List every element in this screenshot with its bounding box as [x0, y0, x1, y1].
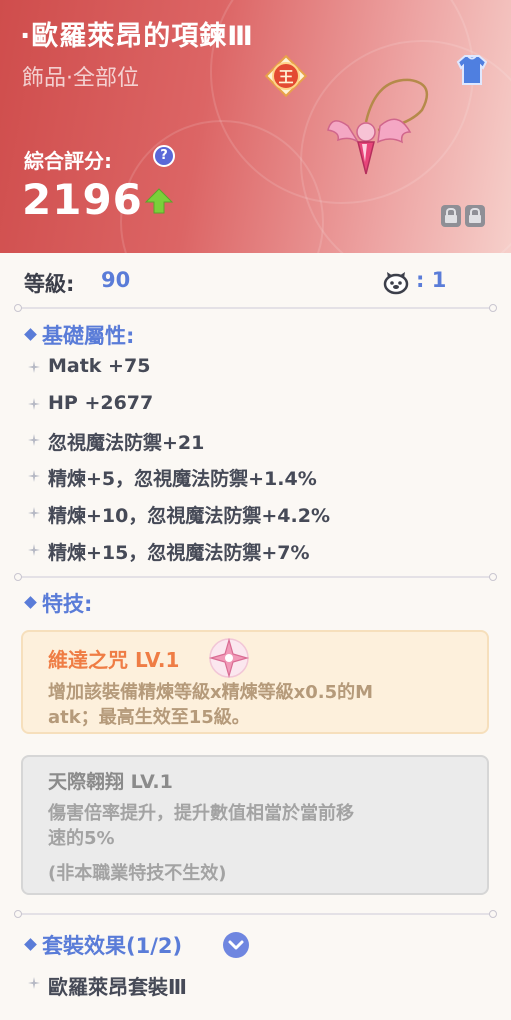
active-skill-description: 增加該裝備精煉等級x精煉等級x0.5的M atk；最高生效至15級。 [48, 680, 468, 730]
inactive-skill-description: 傷害倍率提升，提升數值相當於當前移 速的5% [48, 801, 468, 851]
diamond-bullet-icon [24, 937, 37, 951]
item-title: ·歐羅萊昂的項鍊Ⅲ [20, 21, 254, 52]
item-type: 飾品·全部位 [22, 66, 139, 91]
base-attributes-label: 基礎屬性: [42, 324, 135, 348]
attribute-line: 精煉+15，忽視魔法防禦+7% [48, 542, 310, 564]
set-item-name: 歐羅萊昂套裝Ⅲ [48, 975, 187, 999]
lock-icon[interactable] [441, 205, 461, 227]
necklace-item-image [327, 78, 429, 175]
pet-value: : 1 [416, 268, 447, 292]
sparkle-bullet-icon [28, 434, 40, 446]
sparkle-bullet-icon [28, 398, 40, 410]
active-skill-desc-line: 增加該裝備精煉等級x精煉等級x0.5的M [48, 682, 374, 703]
pet-face-icon [383, 272, 409, 295]
lock-icon[interactable] [465, 205, 485, 227]
set-effect-title: 套裝效果(1/2) [24, 930, 183, 960]
inactive-skill-name: 天際翱翔 LV.1 [48, 771, 173, 793]
sparkle-bullet-icon [28, 977, 40, 989]
item-tooltip-card: ·歐羅萊昂的項鍊Ⅲ 飾品·全部位 王 綜合評分: ? 2196 等級: 90:… [0, 0, 511, 1020]
sparkle-bullet-icon [28, 361, 40, 373]
armor-icon[interactable] [456, 52, 488, 88]
up-arrow-icon [144, 188, 174, 214]
pink-star-icon [208, 637, 250, 679]
level-label: 等級: [24, 272, 75, 296]
sparkle-bullet-icon [28, 470, 40, 482]
skills-label: 特技: [42, 592, 93, 616]
chevron-down-icon[interactable] [223, 932, 249, 958]
attribute-line: 精煉+10，忽視魔法防禦+4.2% [48, 505, 330, 527]
attribute-line: HP +2677 [48, 392, 154, 414]
help-icon[interactable]: ? [153, 145, 175, 167]
sparkle-bullet-icon [28, 507, 40, 519]
divider [14, 910, 497, 918]
active-skill-card[interactable]: 維達之咒 LV.1 增加該裝備精煉等級x精煉等級x0.5的M atk；最高生效至… [21, 630, 489, 734]
king-rank-badge-icon: 王 [264, 54, 308, 98]
attribute-line: Matk +75 [48, 355, 151, 377]
attribute-line: 精煉+5，忽視魔法防禦+1.4% [48, 468, 317, 490]
active-skill-name: 維達之咒 LV.1 [48, 648, 180, 672]
divider [14, 304, 497, 312]
base-attributes-title: 基礎屬性: [24, 320, 135, 350]
level-value: 90 [101, 268, 131, 292]
inactive-skill-card[interactable]: 天際翱翔 LV.1 傷害倍率提升，提升數值相當於當前移 速的5% (非本職業特技… [21, 755, 489, 895]
inactive-skill-desc-line: 速的5% [48, 828, 115, 849]
inactive-skill-desc-line: 傷害倍率提升，提升數值相當於當前移 [48, 803, 354, 824]
attribute-line: 忽視魔法防禦+21 [48, 432, 205, 454]
score-label: 綜合評分: [24, 149, 112, 173]
set-effect-label: 套裝效果(1/2) [42, 934, 183, 958]
diamond-bullet-icon [24, 327, 37, 341]
diamond-bullet-icon [24, 595, 37, 609]
skills-title: 特技: [24, 588, 93, 618]
svg-text:王: 王 [278, 68, 293, 86]
inactive-skill-note: (非本職業特技不生效) [48, 863, 227, 884]
sparkle-bullet-icon [28, 544, 40, 556]
item-header: ·歐羅萊昂的項鍊Ⅲ 飾品·全部位 王 綜合評分: ? 2196 [0, 0, 511, 253]
divider [14, 573, 497, 581]
score-value: 2196 [22, 175, 143, 224]
active-skill-desc-line: atk；最高生效至15級。 [48, 707, 250, 728]
